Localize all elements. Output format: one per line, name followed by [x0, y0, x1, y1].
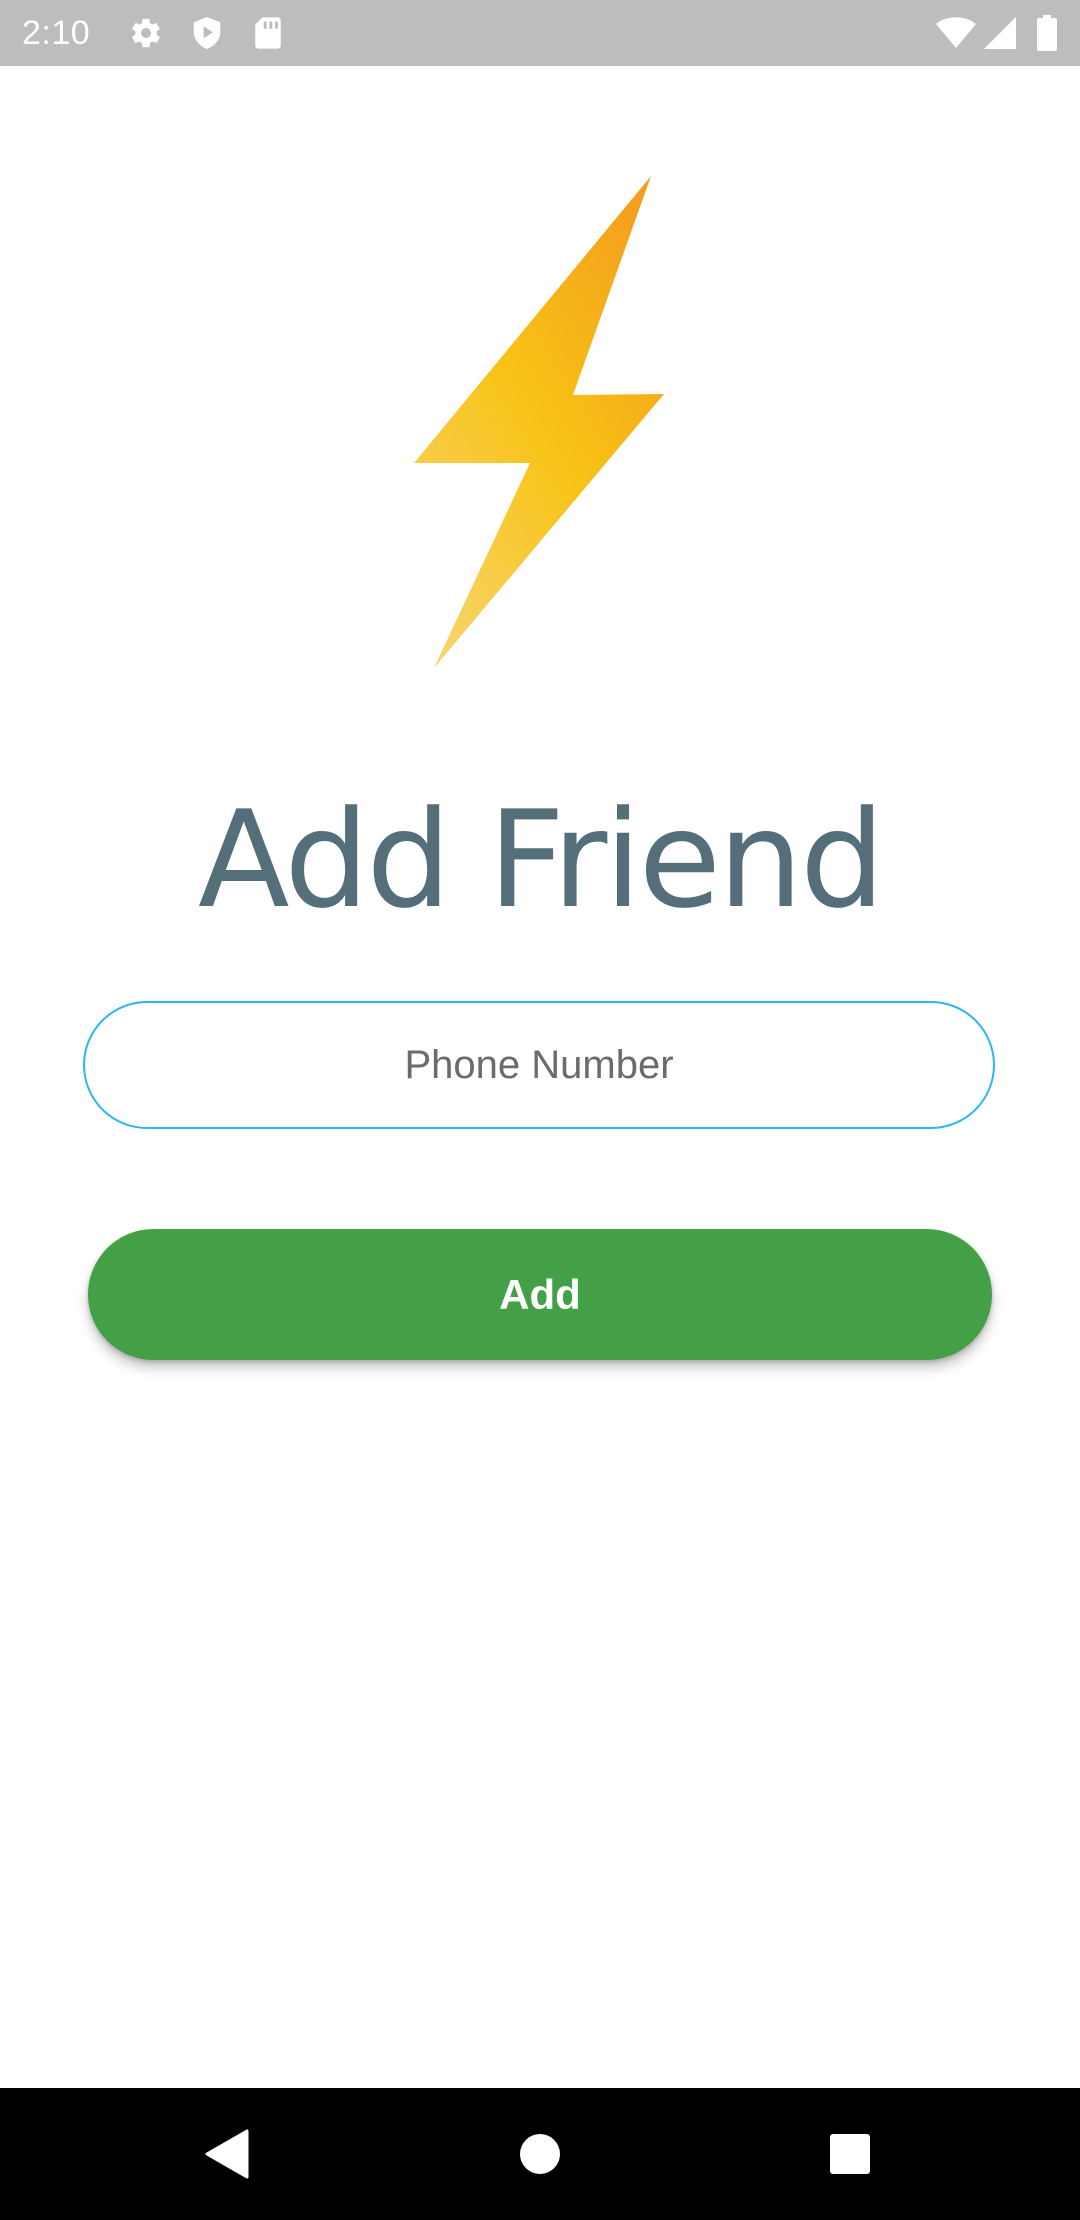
sd-card-icon [252, 0, 284, 66]
lightning-bolt-icon [405, 170, 675, 670]
status-time: 2:10 [22, 14, 91, 52]
recents-icon[interactable] [775, 2088, 925, 2220]
page-title: Add Friend [197, 782, 885, 938]
home-icon[interactable] [465, 2088, 615, 2220]
gear-icon [128, 0, 164, 66]
add-button[interactable]: Add [88, 1229, 992, 1360]
battery-icon [1032, 0, 1062, 66]
navigation-bar [0, 2088, 1080, 2220]
back-icon[interactable] [151, 2088, 301, 2220]
cell-signal-icon [982, 0, 1018, 66]
status-bar: 2:10 [0, 0, 1080, 66]
phone-number-input[interactable] [83, 1001, 995, 1129]
shield-play-icon [190, 0, 224, 66]
wifi-icon [934, 0, 978, 66]
